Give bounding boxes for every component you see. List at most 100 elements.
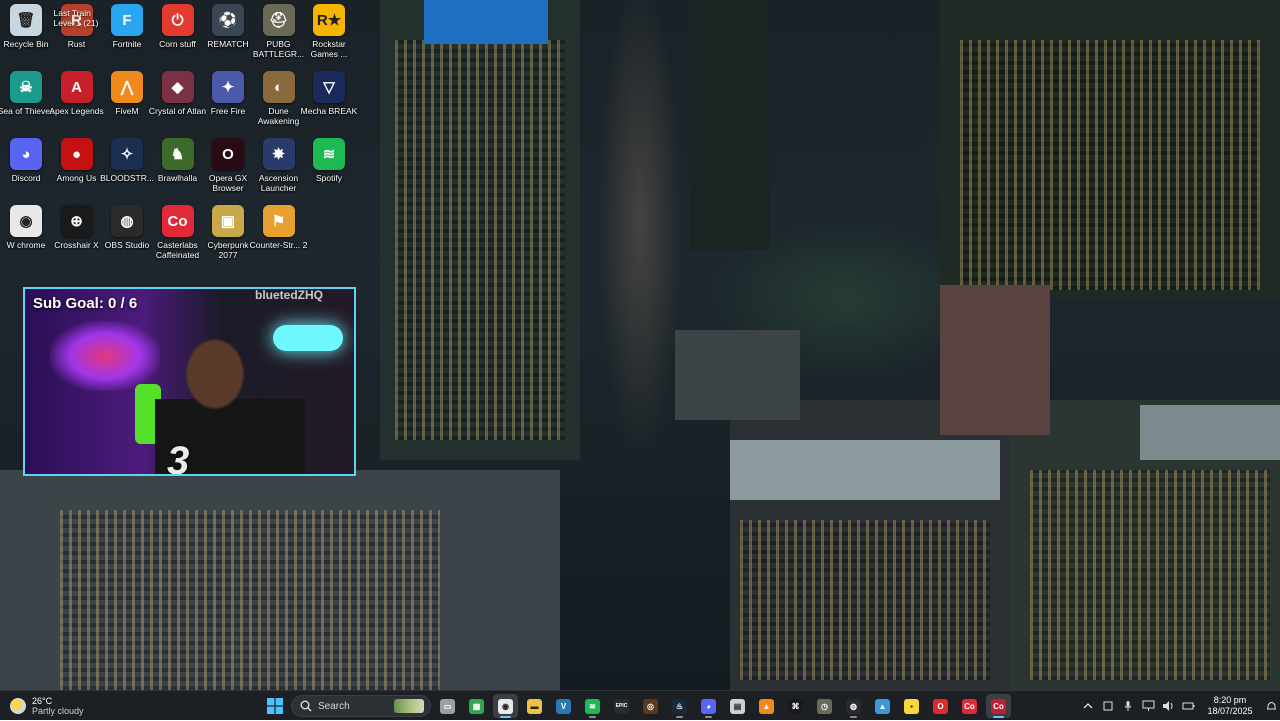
pubg-helmet-icon: ⛑: [262, 4, 295, 36]
display-tray-icon[interactable]: [1098, 696, 1118, 716]
stream-logo: 3: [167, 439, 190, 476]
desktop-icon-label: Mecha BREAK: [300, 106, 358, 116]
taskbar: 26°C Partly cloudy Search ▭ ▦ ◉ ▬ V ≋ EPIC ◎ ♨ ◕ ▤…: [0, 690, 1280, 720]
wallpaper-building: [675, 330, 800, 420]
obs-icon: ◍: [111, 205, 143, 237]
desktop-icon-spotify[interactable]: ≋ Spotify: [304, 138, 354, 200]
search-icon: [300, 700, 312, 712]
desktop-icon-skull[interactable]: ☠ Sea of Thieves: [0, 71, 54, 133]
taskbar-button-capcut[interactable]: ⌘: [783, 694, 808, 718]
taskbar-button-gog[interactable]: ◎: [638, 694, 663, 718]
bloodstrike-icon: ✧: [111, 138, 143, 170]
taskbar-button-visual-studio[interactable]: V: [551, 694, 576, 718]
notifications-bell-icon[interactable]: [1262, 696, 1280, 716]
taskbar-button-chrome-taskbar[interactable]: ◉: [493, 694, 518, 718]
taskbar-button-sticky-notes[interactable]: ▪: [899, 694, 924, 718]
wallpaper-building-windows: [60, 510, 440, 690]
epic-games-icon: EPIC: [614, 698, 629, 714]
crosshair-icon: ⊕: [60, 205, 93, 237]
taskbar-button-photos[interactable]: ▲: [870, 694, 895, 718]
spotify-taskbar-icon: ≋: [585, 698, 600, 714]
desktop-icon-recycle-bin[interactable]: 🗑 Recycle Bin: [1, 4, 51, 66]
fivem-icon: ⋀: [111, 71, 143, 103]
volume-tray-icon[interactable]: [1158, 696, 1178, 716]
weather-temperature: 26°C: [32, 695, 53, 706]
taskbar-button-steam[interactable]: ♨: [667, 694, 692, 718]
wallpaper-building: [940, 285, 1050, 435]
neon-sign: [50, 321, 160, 391]
desktop-icon-opera-gx[interactable]: O Opera GX Browser: [203, 138, 253, 200]
visual-studio-icon: V: [556, 698, 571, 714]
free-fire-icon: ✦: [212, 71, 244, 103]
taskbar-button-task-view[interactable]: ▭: [435, 694, 460, 718]
chrome-taskbar-icon: ◉: [498, 698, 513, 714]
sticky-notes-icon: ▪: [904, 698, 919, 714]
wallpaper-rooftop: [1140, 405, 1280, 460]
battery-tray-icon[interactable]: [1178, 696, 1198, 716]
discord-icon: ◕: [10, 138, 42, 170]
weather-widget[interactable]: 26°C Partly cloudy: [10, 694, 84, 718]
fortnite-icon: F: [111, 4, 143, 36]
xbox-icon: ▦: [469, 698, 484, 714]
desktop-icon-among-us[interactable]: ● Among Us: [52, 138, 102, 200]
desktop-icon-chrome[interactable]: ◉ W chrome: [1, 205, 51, 267]
desktop-icon-rockstar[interactable]: R★ Rockstar Games ...: [304, 4, 354, 66]
desktop-icon-fortnite[interactable]: F Fortnite: [102, 4, 152, 66]
desktop-icon-cyberpunk[interactable]: ▣ Cyberpunk 2077: [203, 205, 253, 267]
taskbar-button-opera-taskbar[interactable]: O: [928, 694, 953, 718]
desktop-icon-crosshair[interactable]: ⊕ Crosshair X: [52, 205, 102, 267]
taskbar-button-casterlabs-alt-taskbar[interactable]: Co: [986, 694, 1011, 718]
desktop-icon-dune[interactable]: ◐ Dune Awakening: [254, 71, 304, 133]
wallpaper-building-windows: [1030, 470, 1270, 680]
taskbar-button-clock-app[interactable]: ◷: [812, 694, 837, 718]
sub-goal-counter: Sub Goal: 0 / 6: [33, 295, 138, 312]
taskbar-apps: Search ▭ ▦ ◉ ▬ V ≋ EPIC ◎ ♨ ◕ ▤ ▲ ⌘ ◷ ◍ ▲ ▪ O Co Co: [262, 694, 1011, 718]
desktop-icon-crystal-of-atlan[interactable]: ◆ Crystal of Atlan: [149, 71, 206, 133]
desktop-icon-power[interactable]: ⏻ Corn stuff: [153, 4, 203, 66]
desktop-icon-discord[interactable]: ◕ Discord: [1, 138, 51, 200]
taskbar-button-discord-taskbar[interactable]: ◕: [696, 694, 721, 718]
chrome-icon: ◉: [10, 205, 42, 237]
desktop-icon-free-fire[interactable]: ✦ Free Fire: [203, 71, 253, 133]
ascension-icon: ✸: [262, 138, 295, 170]
desktop-icon-obs[interactable]: ◍ OBS Studio: [102, 205, 152, 267]
webcam-overlay: bluetedZHQ Sub Goal: 0 / 6 3: [23, 287, 356, 476]
desktop-icon-ascension[interactable]: ✸ Ascension Launcher: [254, 138, 304, 200]
desktop-icon-apex[interactable]: A Apex Legends: [49, 71, 104, 133]
desktop-icon-brawlhalla[interactable]: ♞ Brawlhalla: [153, 138, 203, 200]
taskbar-button-vlc[interactable]: ▲: [754, 694, 779, 718]
taskbar-button-epic-games[interactable]: EPIC: [609, 694, 634, 718]
taskbar-button-spotify-taskbar[interactable]: ≋: [580, 694, 605, 718]
show-hidden-icons-chevron-icon[interactable]: [1078, 696, 1098, 716]
taskbar-search[interactable]: Search: [291, 695, 431, 717]
dune-icon: ◐: [262, 71, 295, 103]
wallpaper-building: [690, 0, 770, 250]
microphone-tray-icon[interactable]: [1118, 696, 1138, 716]
obs-taskbar-icon: ◍: [846, 698, 861, 714]
power-icon: ⏻: [161, 4, 194, 36]
taskbar-button-file-explorer[interactable]: ▬: [522, 694, 547, 718]
taskbar-clock[interactable]: 8:20 pm 18/07/2025: [1198, 695, 1262, 717]
desktop-icon-pubg-helmet[interactable]: ⛑ PUBG BATTLEGR...: [253, 4, 304, 66]
desktop-icon-fivem[interactable]: ⋀ FiveM: [102, 71, 152, 133]
taskbar-button-xbox[interactable]: ▦: [464, 694, 489, 718]
desktop-icon-casterlabs[interactable]: Co Casterlabs Caffeinated: [153, 205, 203, 267]
desktop-icon-rust[interactable]: R Rust Last Train Level 1 (21): [52, 4, 102, 66]
taskbar-button-obs-taskbar[interactable]: ◍: [841, 694, 866, 718]
desktop-icon-bloodstrike[interactable]: ✧ BLOODSTR...: [100, 138, 154, 200]
apex-icon: A: [60, 71, 93, 103]
network-tray-icon[interactable]: [1138, 696, 1158, 716]
desktop-icon-mecha-break[interactable]: ▽ Mecha BREAK: [301, 71, 357, 133]
opera-gx-icon: O: [212, 138, 244, 170]
recycle-bin-icon: 🗑: [10, 4, 42, 36]
taskbar-button-casterlabs-taskbar[interactable]: Co: [957, 694, 982, 718]
system-tray: 8:20 pm 18/07/2025: [1078, 691, 1280, 721]
light-tube: [273, 325, 343, 351]
desktop-icon-soccer-ball[interactable]: ⚽ REMATCH: [203, 4, 253, 66]
mecha-break-icon: ▽: [313, 71, 345, 103]
brawlhalla-icon: ♞: [161, 138, 194, 170]
start-button[interactable]: [262, 694, 287, 718]
desktop-icon-counter-strike[interactable]: ⚑ Counter-Str... 2: [250, 205, 307, 267]
taskbar-button-media[interactable]: ▤: [725, 694, 750, 718]
casterlabs-taskbar-icon: Co: [962, 698, 977, 714]
